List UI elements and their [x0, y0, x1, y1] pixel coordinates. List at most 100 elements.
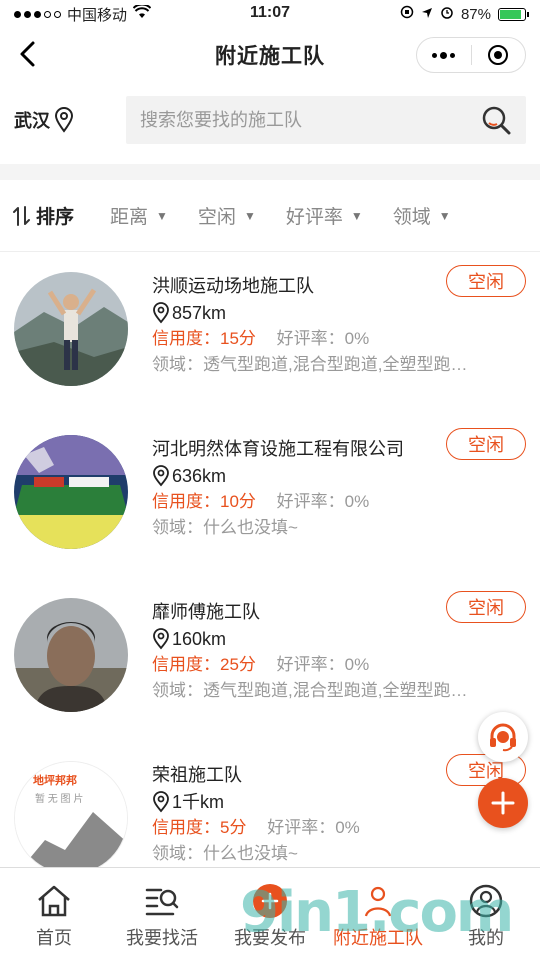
filter-label: 距离	[110, 207, 149, 228]
team-avatar	[14, 272, 128, 386]
team-card-body: 靡师傅施工队 160km 信用度：25分 好评率：0% 领域：透气型跑道,混合型…	[152, 591, 526, 741]
tab-find-work[interactable]: 我要找活	[108, 868, 216, 960]
tab-bar: 首页 我要找活 我要发布 附近施工队 我的	[0, 867, 540, 960]
status-bar: 中国移动 11:07 87%	[0, 0, 540, 28]
team-card[interactable]: 靡师傅施工队 160km 信用度：25分 好评率：0% 领域：透气型跑道,混合型…	[0, 578, 540, 741]
more-dots-icon	[432, 51, 456, 59]
publish-icon	[251, 882, 289, 920]
city-selector[interactable]: 武汉	[14, 107, 116, 133]
chevron-left-icon	[20, 41, 35, 67]
team-stats: 信用度：5分 好评率：0%	[152, 815, 526, 841]
location-pin-icon	[54, 107, 74, 133]
location-arrow-icon	[421, 6, 433, 23]
page-title: 附近施工队	[215, 45, 325, 68]
filter-rating[interactable]: 好评率 ▼	[286, 202, 363, 229]
carrier-label: 中国移动	[67, 6, 128, 24]
add-button[interactable]	[478, 778, 528, 828]
find-work-icon	[143, 882, 181, 920]
more-button[interactable]	[417, 38, 471, 72]
back-button[interactable]	[10, 36, 46, 72]
mini-program-capsule	[416, 37, 526, 73]
team-distance: 1千km	[152, 789, 526, 815]
location-pin-icon	[153, 465, 169, 487]
team-card[interactable]: 河北明然体育设施工程有限公司 636km 信用度：10分 好评率：0% 领域：什…	[0, 415, 540, 578]
status-badge: 空闲	[446, 265, 526, 297]
rating-value: 好评率：0%	[276, 492, 370, 511]
filter-domain[interactable]: 领域 ▼	[393, 202, 451, 229]
filter-label: 空闲	[197, 207, 236, 228]
nav-bar: 附近施工队	[0, 28, 540, 82]
team-avatar	[14, 435, 128, 549]
status-badge: 空闲	[446, 591, 526, 623]
city-label: 武汉	[14, 111, 50, 131]
avatar-brand-label: 地坪邦邦	[33, 775, 77, 787]
rating-value: 好评率：0%	[276, 655, 370, 674]
sort-button[interactable]: 排序	[12, 202, 74, 229]
tab-profile[interactable]: 我的	[432, 868, 540, 960]
close-mini-program-button[interactable]	[472, 38, 526, 72]
customer-service-button[interactable]	[478, 712, 528, 762]
credit-score: 信用度：15分	[152, 329, 256, 348]
team-card[interactable]: 洪顺运动场地施工队 857km 信用度：15分 好评率：0% 领域：透气型跑道,…	[0, 252, 540, 415]
status-left: 中国移动	[14, 3, 152, 25]
status-right: 87%	[400, 5, 529, 23]
caret-down-icon: ▼	[156, 208, 168, 223]
team-stats: 信用度：10分 好评率：0%	[152, 489, 526, 515]
location-pin-icon	[153, 302, 169, 324]
clock: 11:07	[249, 4, 291, 21]
avatar-placeholder-label: 暂 无 图 片	[35, 794, 84, 805]
filter-bar: 排序 距离 ▼ 空闲 ▼ 好评率 ▼ 领域 ▼	[0, 180, 540, 252]
distance-value: 636km	[172, 466, 227, 486]
credit-score: 信用度：5分	[152, 818, 247, 837]
tab-label: 我的	[468, 928, 504, 948]
home-icon	[35, 882, 73, 920]
filter-availability[interactable]: 空闲 ▼	[198, 202, 256, 229]
distance-value: 160km	[172, 629, 227, 649]
location-pin-icon	[153, 628, 169, 650]
tab-label: 首页	[36, 928, 72, 948]
rating-value: 好评率：0%	[267, 818, 360, 837]
team-card-body: 洪顺运动场地施工队 857km 信用度：15分 好评率：0% 领域：透气型跑道,…	[152, 265, 526, 415]
tab-label: 我要发布	[234, 928, 306, 948]
search-row: 武汉	[0, 82, 540, 158]
tab-home[interactable]: 首页	[0, 868, 108, 960]
search-box	[126, 96, 526, 144]
team-avatar	[14, 598, 128, 712]
caret-down-icon: ▼	[438, 208, 451, 223]
team-stats: 信用度：25分 好评率：0%	[152, 652, 526, 678]
tab-label: 附近施工队	[333, 928, 423, 948]
target-icon	[488, 45, 509, 65]
team-distance: 857km	[152, 300, 526, 326]
distance-value: 857km	[172, 303, 227, 323]
filter-label: 领域	[392, 207, 431, 228]
plus-icon	[491, 791, 515, 815]
section-divider	[0, 164, 540, 180]
profile-icon	[467, 882, 505, 920]
rotation-lock-icon	[400, 5, 414, 23]
battery-icon	[498, 7, 529, 21]
signal-icon	[14, 10, 61, 18]
team-list: 洪顺运动场地施工队 857km 信用度：15分 好评率：0% 领域：透气型跑道,…	[0, 252, 540, 904]
location-pin-icon	[153, 791, 169, 813]
tab-nearby-team[interactable]: 附近施工队	[324, 868, 432, 960]
search-icon[interactable]	[480, 104, 512, 136]
tab-publish[interactable]: 我要发布	[216, 868, 324, 960]
search-input[interactable]	[140, 109, 480, 131]
status-badge: 空闲	[446, 428, 526, 460]
credit-score: 信用度：25分	[152, 655, 256, 674]
team-domain: 领域：什么也没填~	[152, 518, 298, 537]
credit-score: 信用度：10分	[152, 492, 256, 511]
team-card-body: 河北明然体育设施工程有限公司 636km 信用度：10分 好评率：0% 领域：什…	[152, 428, 526, 578]
headset-icon	[490, 723, 516, 752]
caret-down-icon: ▼	[350, 208, 363, 223]
sort-label: 排序	[36, 207, 75, 228]
caret-down-icon: ▼	[243, 208, 256, 223]
sort-icon	[13, 205, 30, 226]
team-avatar: 地坪邦邦 暂 无 图 片	[14, 761, 128, 875]
distance-value: 1千km	[172, 792, 225, 812]
filter-distance[interactable]: 距离 ▼	[110, 202, 168, 229]
battery-percent: 87%	[460, 5, 491, 23]
tab-label: 我要找活	[126, 928, 198, 948]
filter-label: 好评率	[285, 207, 343, 228]
team-domain: 领域：透气型跑道,混合型跑道,全塑型跑…	[152, 355, 468, 374]
